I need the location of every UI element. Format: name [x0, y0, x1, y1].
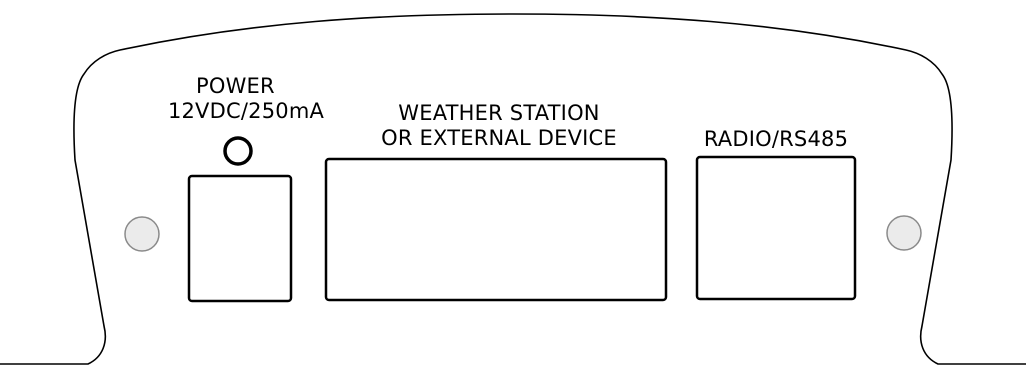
power-label: POWER	[196, 74, 275, 98]
left-mounting-hole	[124, 216, 160, 252]
panel-drawing	[0, 13, 1026, 365]
weather-station-port	[324, 157, 668, 302]
weather-station-label-line2: OR EXTERNAL DEVICE	[381, 126, 617, 150]
power-led-indicator	[223, 136, 253, 166]
radio-rs485-label: RADIO/RS485	[703, 127, 849, 151]
weather-station-label-line1: WEATHER STATION	[398, 101, 600, 125]
rear-panel-diagram: POWER 12VDC/250mA WEATHER STATION OR EXT…	[0, 0, 1026, 391]
radio-rs485-port	[695, 155, 857, 301]
power-rating-label: 12VDC/250mA	[167, 99, 325, 123]
right-mounting-hole	[886, 215, 922, 251]
power-jack-port	[187, 174, 293, 303]
